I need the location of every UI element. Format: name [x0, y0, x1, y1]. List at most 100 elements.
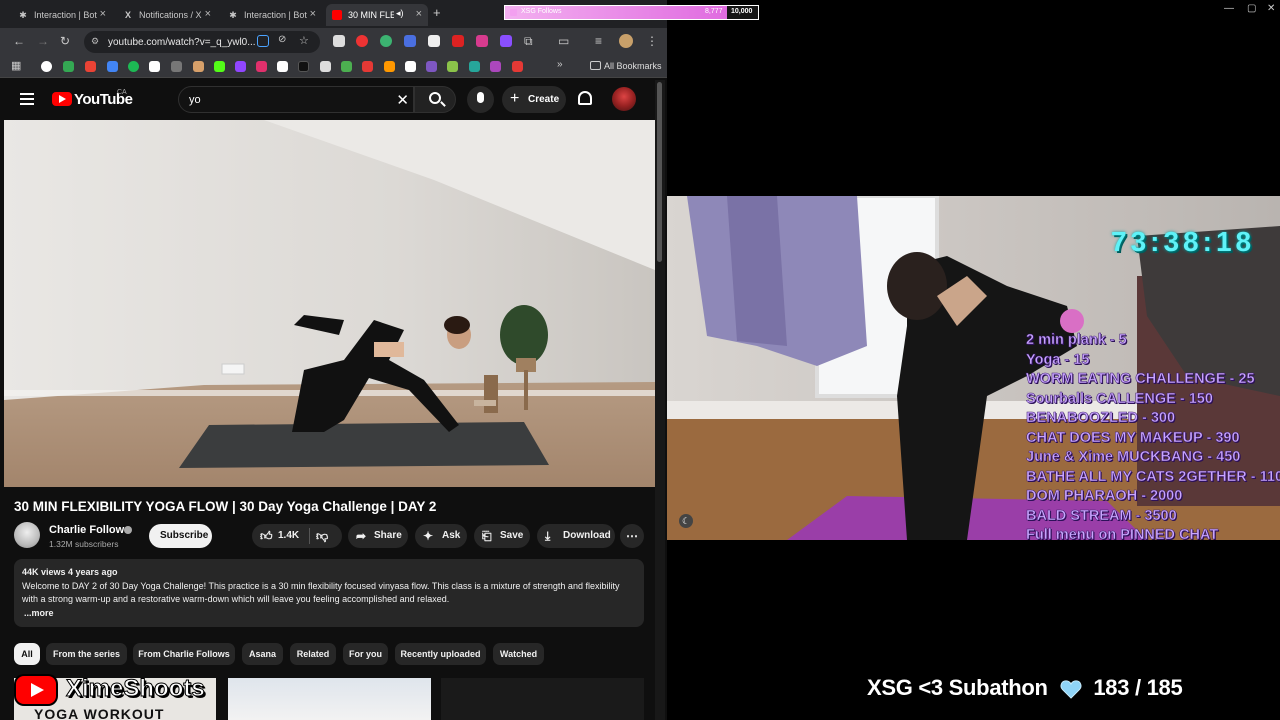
- search-button[interactable]: [414, 86, 456, 113]
- video-thumbnail[interactable]: [228, 678, 431, 720]
- close-icon[interactable]: ×: [416, 8, 422, 20]
- video-player[interactable]: [4, 120, 655, 487]
- bookmark-icon[interactable]: [193, 61, 204, 72]
- forward-icon[interactable]: →: [37, 34, 49, 48]
- maps-icon[interactable]: [63, 61, 74, 72]
- bookmark-icon[interactable]: [362, 61, 373, 72]
- back-icon[interactable]: ←: [13, 34, 25, 48]
- gmail-icon[interactable]: [85, 61, 96, 72]
- extension-icon[interactable]: [333, 35, 345, 47]
- tab-notifications[interactable]: X Notifications / X ×: [117, 4, 217, 26]
- reading-list-icon[interactable]: ≡: [595, 34, 602, 48]
- video-frame: [4, 120, 655, 487]
- chevron-right-icon[interactable]: »: [557, 59, 563, 70]
- extension-icon[interactable]: [428, 35, 440, 47]
- menu-item: BALD STREAM - 3500: [1026, 507, 1177, 524]
- bookmark-icon[interactable]: [447, 61, 458, 72]
- grammarly-icon[interactable]: [380, 35, 392, 47]
- spotify-icon[interactable]: [128, 61, 139, 72]
- all-bookmarks-button[interactable]: All Bookmarks: [590, 61, 662, 71]
- new-tab-button[interactable]: +: [433, 5, 441, 20]
- clear-icon[interactable]: ✕: [396, 91, 409, 109]
- chip-from-series[interactable]: From the series: [46, 643, 127, 665]
- bookmark-icon[interactable]: [171, 61, 182, 72]
- extension-icon[interactable]: [356, 35, 368, 47]
- subscribe-button[interactable]: Subscribe: [149, 524, 212, 548]
- x-icon[interactable]: [277, 61, 288, 72]
- chip-from-channel[interactable]: From Charlie Follows: [133, 643, 235, 665]
- bookmark-icon[interactable]: [490, 61, 501, 72]
- chip-recently-uploaded[interactable]: Recently uploaded: [395, 643, 486, 665]
- profile-avatar[interactable]: [619, 34, 633, 48]
- share-icon: ➦: [356, 529, 367, 543]
- chip-all[interactable]: All: [14, 643, 40, 665]
- search-input[interactable]: yo ✕: [178, 86, 414, 113]
- menu-icon[interactable]: ⋮: [646, 34, 658, 48]
- create-button[interactable]: + Create: [502, 86, 566, 113]
- close-icon[interactable]: ✕: [1267, 3, 1275, 14]
- tab-youtube[interactable]: 30 MIN FLE ◂) ×: [326, 4, 428, 26]
- close-icon[interactable]: ×: [205, 8, 211, 20]
- maximize-icon[interactable]: ▢: [1247, 3, 1256, 14]
- close-icon[interactable]: ×: [100, 8, 106, 20]
- share-button[interactable]: ➦ Share: [348, 524, 408, 548]
- bookmark-icon[interactable]: [512, 61, 523, 72]
- drive-icon[interactable]: [107, 61, 118, 72]
- download-button[interactable]: ⤓ Download: [537, 524, 615, 548]
- scrollbar-thumb[interactable]: [657, 82, 662, 262]
- chip-label: Asana: [248, 649, 276, 659]
- chip-related[interactable]: Related: [290, 643, 336, 665]
- save-button[interactable]: ⎗ Save: [474, 524, 530, 548]
- x-icon[interactable]: [149, 61, 160, 72]
- tab-interaction-1[interactable]: ✱ Interaction | Bot ×: [12, 4, 112, 26]
- page-scrollbar[interactable]: [655, 80, 665, 720]
- minimize-icon[interactable]: —: [1224, 3, 1234, 14]
- bell-icon[interactable]: [578, 91, 592, 105]
- kick-icon[interactable]: [214, 61, 225, 72]
- tab-interaction-2[interactable]: ✱ Interaction | Bot ×: [222, 4, 322, 26]
- like-count[interactable]: 1.4K: [278, 530, 299, 541]
- channel-name[interactable]: Charlie Follows: [49, 524, 130, 536]
- reload-icon[interactable]: ↻: [60, 34, 70, 48]
- close-icon[interactable]: ×: [310, 8, 316, 20]
- speaker-icon[interactable]: ◂): [396, 8, 404, 19]
- star-icon[interactable]: ☆: [299, 34, 309, 47]
- more-actions-button[interactable]: ⋯: [620, 524, 644, 548]
- thumbs-up-icon[interactable]: 👍︎: [260, 529, 273, 544]
- instagram-icon[interactable]: [256, 61, 267, 72]
- eye-off-icon[interactable]: ⊘: [278, 34, 286, 45]
- hamburger-icon[interactable]: [20, 93, 34, 105]
- thumbs-down-icon[interactable]: 👎︎: [316, 529, 328, 544]
- bookmark-icon[interactable]: [384, 61, 395, 72]
- channel-avatar[interactable]: [14, 522, 40, 548]
- chip-label: From Charlie Follows: [138, 649, 230, 659]
- bookmark-icon[interactable]: [341, 61, 352, 72]
- apps-icon[interactable]: ▦: [11, 59, 21, 72]
- media-icon[interactable]: ▭: [558, 34, 569, 48]
- more-link[interactable]: ...more: [24, 608, 54, 618]
- voice-search-button[interactable]: [467, 86, 494, 113]
- puzzle-icon[interactable]: ⧉: [524, 34, 533, 49]
- google-icon[interactable]: [41, 61, 52, 72]
- install-app-icon[interactable]: [257, 35, 269, 47]
- bookmark-icon[interactable]: [320, 61, 331, 72]
- extension-icon[interactable]: [452, 35, 464, 47]
- chip-watched[interactable]: Watched: [493, 643, 544, 665]
- twitch-icon[interactable]: [235, 61, 246, 72]
- chip-asana[interactable]: Asana: [242, 643, 283, 665]
- avatar[interactable]: [612, 87, 636, 111]
- bookmark-icon[interactable]: [469, 61, 480, 72]
- video-thumbnail[interactable]: [441, 678, 644, 720]
- youtube-logo-icon[interactable]: [52, 92, 72, 106]
- description-box[interactable]: 44K views 4 years ago Welcome to DAY 2 o…: [14, 559, 644, 627]
- bookmark-icon[interactable]: [405, 61, 416, 72]
- extension-icon[interactable]: [476, 35, 488, 47]
- translate-icon[interactable]: [404, 35, 416, 47]
- extension-icon[interactable]: [500, 35, 512, 47]
- chip-for-you[interactable]: For you: [343, 643, 388, 665]
- tiktok-icon[interactable]: [298, 61, 309, 72]
- snooze-icon[interactable]: ☾: [679, 514, 693, 528]
- bookmark-icon[interactable]: [426, 61, 437, 72]
- site-info-icon[interactable]: ⚙: [91, 36, 99, 47]
- ask-button[interactable]: ✦ Ask: [415, 524, 467, 548]
